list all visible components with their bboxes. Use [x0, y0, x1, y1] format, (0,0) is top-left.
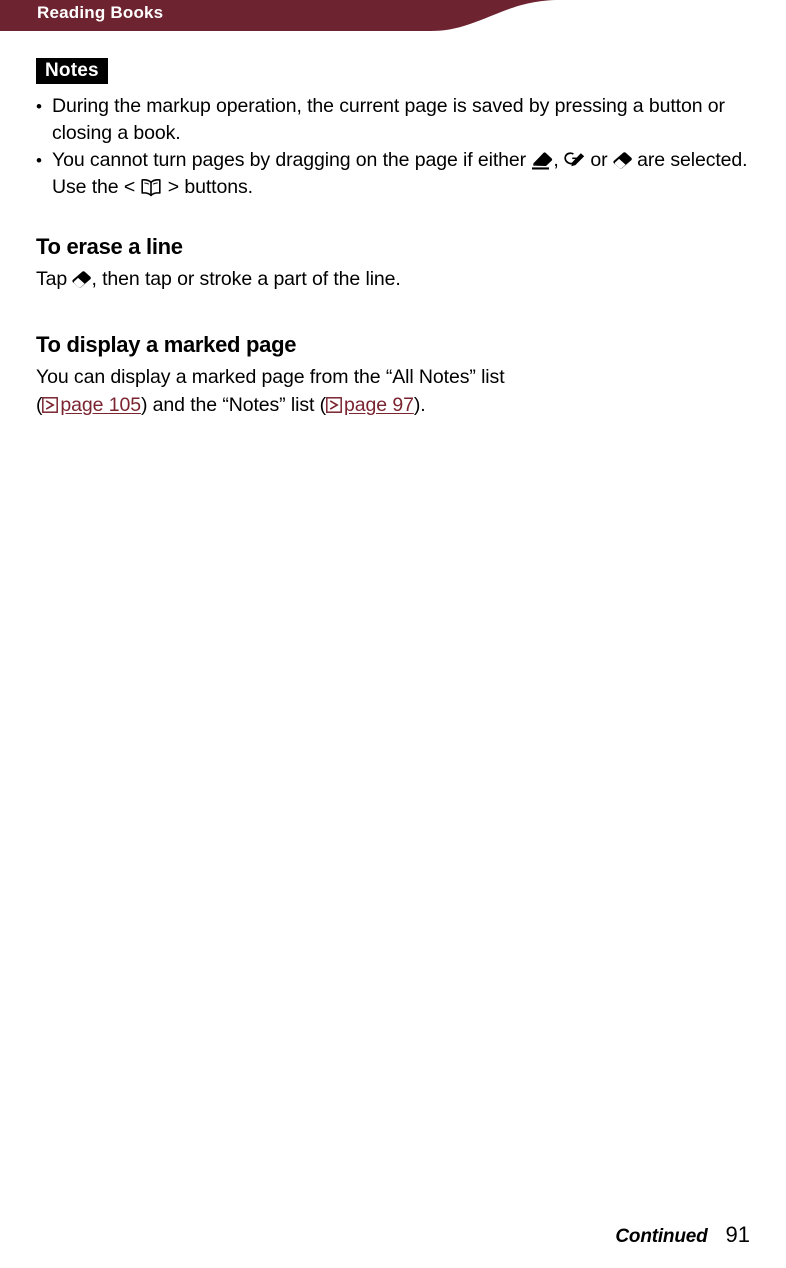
page-ref-arrow-icon — [42, 397, 59, 414]
continued-label: Continued — [615, 1226, 708, 1247]
marker-pen-icon — [531, 152, 553, 170]
page-reference-link-97[interactable]: page 97 — [326, 394, 414, 416]
page-content: Notes During the markup operation, the c… — [36, 58, 750, 419]
section-erase-a-line: To erase a line Tap , then tap or stroke… — [36, 234, 750, 293]
section-display-marked-page: To display a marked page You can display… — [36, 332, 750, 419]
page-reference-label: page 97 — [344, 394, 414, 417]
between-links-text: ) and the “Notes” list ( — [140, 394, 327, 417]
page-footer: Continued 91 — [615, 1222, 750, 1248]
list-item: During the markup operation, the current… — [36, 93, 750, 147]
open-book-icon — [140, 178, 162, 197]
page-reference-label: page 105 — [60, 394, 141, 417]
pen-mark-icon — [564, 152, 585, 170]
close-paren: ). — [413, 394, 426, 417]
bullet-text-1: During the markup operation, the current… — [52, 95, 725, 144]
bullet-text-2c: or — [585, 149, 613, 171]
running-header-bar: Reading Books — [0, 0, 786, 31]
bullet-text-2b: , — [553, 149, 565, 171]
section-body: Tap , then tap or stroke a part of the l… — [36, 265, 750, 293]
erase-body-after: , then tap or stroke a part of the line. — [91, 268, 401, 291]
notes-bullet-list: During the markup operation, the current… — [36, 93, 750, 201]
section-body: You can display a marked page from the “… — [36, 363, 750, 419]
bullet-text-2e: > buttons. — [162, 176, 253, 198]
erase-body-before: Tap — [36, 268, 73, 291]
eraser-icon — [613, 152, 632, 169]
section-heading: To display a marked page — [36, 332, 297, 358]
list-item: You cannot turn pages by dragging on the… — [36, 147, 750, 201]
page-reference-link-105[interactable]: page 105 — [42, 394, 141, 416]
page-ref-arrow-icon — [326, 397, 342, 414]
section-heading: To erase a line — [36, 234, 183, 259]
bullet-text-2a: You cannot turn pages by dragging on the… — [52, 149, 532, 171]
page-title: Reading Books — [37, 3, 164, 22]
marked-page-line-1: You can display a marked page from the “… — [36, 366, 505, 389]
eraser-icon — [72, 271, 92, 288]
notes-label: Notes — [36, 58, 108, 84]
page-number: 91 — [725, 1222, 750, 1247]
